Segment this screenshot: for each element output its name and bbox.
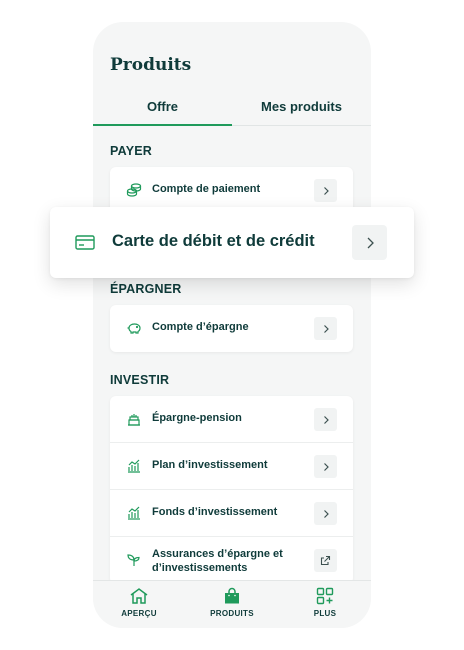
- list-item-epargne-pension[interactable]: Épargne-pension: [110, 396, 353, 443]
- list-item-assurances[interactable]: Assurances d’épargne et d’investissement…: [110, 537, 353, 584]
- nav-item-plus[interactable]: PLUS: [285, 587, 365, 618]
- list-item-label: Épargne-pension: [152, 412, 242, 424]
- list-item-label: Plan d’investissement: [152, 459, 268, 471]
- tab-bar: Offre Mes produits: [93, 94, 371, 126]
- list-item-label: Compte d’épargne: [152, 321, 249, 333]
- phone-screen: Produits Offre Mes produits PAYER Compte…: [93, 22, 371, 628]
- coins-icon: [126, 182, 142, 198]
- sprout-icon: [126, 552, 142, 568]
- nav-label: PRODUITS: [210, 609, 254, 618]
- chevron-right-icon[interactable]: [314, 455, 337, 478]
- list-item-label: Fonds d’investissement: [152, 506, 278, 518]
- list-item-label: Assurances d’épargne et d’investissement…: [152, 548, 283, 574]
- section-heading-payer: PAYER: [110, 144, 152, 158]
- nav-label: PLUS: [313, 609, 337, 618]
- list-item-label: Compte de paiement: [152, 183, 261, 195]
- grid-plus-icon: [316, 587, 334, 605]
- tab-mes-produits[interactable]: Mes produits: [232, 94, 371, 126]
- home-icon: [130, 588, 148, 604]
- page-title: Produits: [110, 55, 192, 75]
- nav-item-produits[interactable]: PRODUITS: [192, 587, 272, 618]
- list-item-plan-investissement[interactable]: Plan d’investissement: [110, 443, 353, 490]
- chevron-right-icon[interactable]: [352, 225, 387, 260]
- shopping-bag-icon: [225, 587, 239, 604]
- growth-chart-icon: [126, 458, 142, 474]
- section-heading-investir: INVESTIR: [110, 373, 170, 387]
- list-item-compte-epargne[interactable]: Compte d’épargne: [110, 305, 353, 352]
- chevron-right-icon[interactable]: [314, 408, 337, 431]
- highlighted-item-label: Carte de débit et de crédit: [112, 232, 315, 250]
- piggy-bank-icon: [126, 320, 142, 336]
- bottom-nav: APERÇU PRODUITS PLUS: [93, 580, 371, 628]
- cake-icon: [126, 411, 142, 427]
- list-item-fonds-investissement[interactable]: Fonds d’investissement: [110, 490, 353, 537]
- external-link-icon[interactable]: [314, 549, 337, 572]
- tab-offre[interactable]: Offre: [93, 94, 232, 126]
- chevron-right-icon[interactable]: [314, 502, 337, 525]
- chevron-right-icon[interactable]: [314, 179, 337, 202]
- nav-label: APERÇU: [121, 609, 157, 618]
- growth-chart-icon: [126, 505, 142, 521]
- credit-card-icon: [75, 234, 95, 251]
- section-heading-epargner: ÉPARGNER: [110, 282, 182, 296]
- highlighted-item-carte-debit-credit[interactable]: Carte de débit et de crédit: [50, 207, 414, 278]
- chevron-right-icon[interactable]: [314, 317, 337, 340]
- epargner-card: Compte d’épargne: [110, 305, 353, 352]
- nav-item-apercu[interactable]: APERÇU: [99, 587, 179, 618]
- investir-card: Épargne-pension Plan d’investissement Fo…: [110, 396, 353, 584]
